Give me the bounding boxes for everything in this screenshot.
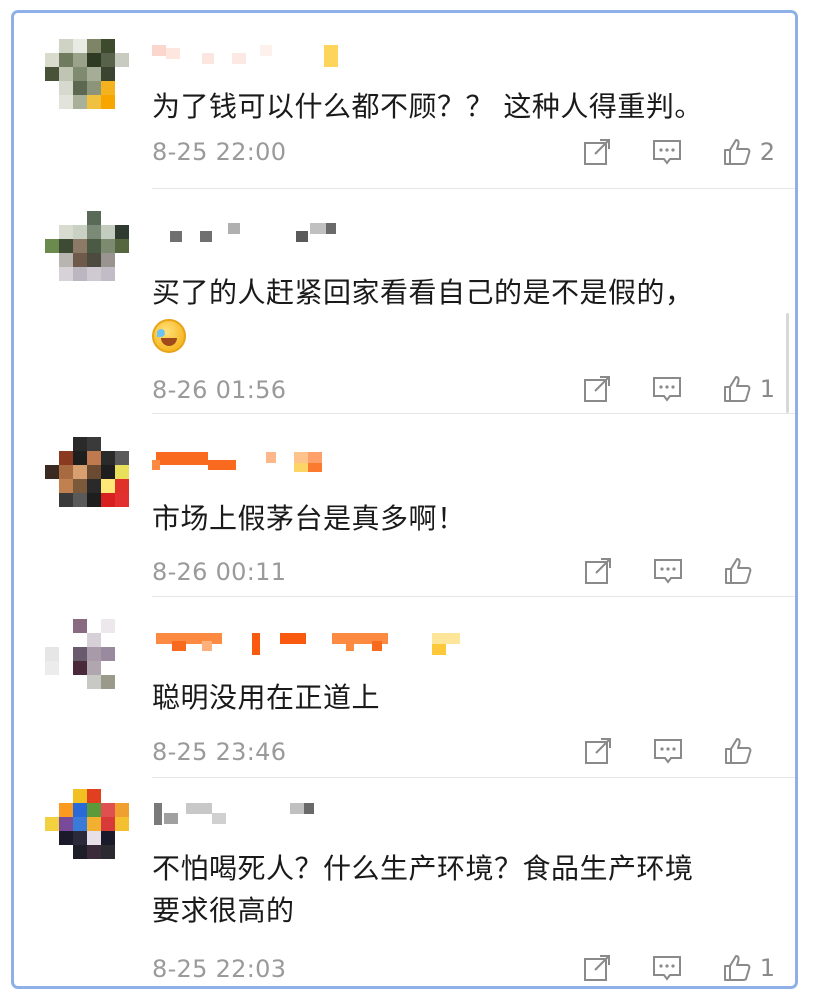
divider: [152, 188, 795, 189]
username-blurred[interactable]: [152, 45, 452, 67]
user-avatar[interactable]: [45, 619, 129, 703]
comment-text: 市场上假茅台是真多啊！: [152, 502, 466, 535]
comment-time: 8-26 01:56: [152, 376, 287, 404]
share-icon[interactable]: [583, 736, 613, 766]
comment-text: 为了钱可以什么都不顾？？ 这种人得重判。: [152, 90, 703, 123]
comment-actions: [543, 735, 775, 767]
like-count: 1: [759, 375, 775, 403]
user-avatar[interactable]: [45, 39, 129, 123]
comment-time: 8-26 00:11: [152, 558, 287, 586]
comment-list-frame: 为了钱可以什么都不顾？？ 这种人得重判。 8-25 22:00 2 买了的人赶紧…: [11, 10, 798, 989]
comment-actions: 1: [542, 952, 775, 984]
thumbs-up-icon[interactable]: [722, 374, 752, 404]
comment-icon[interactable]: [653, 736, 683, 766]
comment-text-line: 要求很高的: [152, 894, 295, 927]
comment-icon[interactable]: [652, 137, 682, 167]
comment-actions: 2: [542, 136, 775, 168]
user-avatar[interactable]: [45, 211, 129, 295]
comment-time: 8-25 23:46: [152, 738, 287, 766]
like-count: 1: [759, 954, 775, 982]
comment-icon[interactable]: [652, 953, 682, 983]
username-blurred[interactable]: [152, 803, 452, 825]
comment-time: 8-25 22:03: [152, 955, 287, 983]
scrollbar[interactable]: [786, 313, 789, 413]
comment-icon[interactable]: [653, 556, 683, 586]
username-blurred[interactable]: [152, 633, 460, 655]
laugh-cry-emoji: [152, 319, 186, 353]
comment-text: 不怕喝死人？什么生产环境？食品生产环境 要求很高的: [152, 848, 772, 932]
comment-actions: 1: [542, 373, 775, 405]
thumbs-up-icon[interactable]: [722, 137, 752, 167]
comment-icon[interactable]: [652, 374, 682, 404]
divider: [152, 777, 795, 778]
comment-text-line: 不怕喝死人？什么生产环境？食品生产环境: [152, 852, 694, 885]
thumbs-up-icon[interactable]: [722, 953, 752, 983]
divider: [152, 596, 795, 597]
comment-text: 聪明没用在正道上: [152, 681, 381, 714]
user-avatar[interactable]: [45, 789, 129, 873]
comment-actions: [543, 555, 775, 587]
username-blurred[interactable]: [152, 221, 452, 243]
share-icon[interactable]: [582, 374, 612, 404]
user-avatar[interactable]: [45, 437, 129, 521]
username-blurred[interactable]: [152, 452, 452, 474]
share-icon[interactable]: [582, 953, 612, 983]
thumbs-up-icon[interactable]: [723, 736, 753, 766]
comment-text: 买了的人赶紧回家看看自己的是不是假的，: [152, 272, 772, 356]
like-count: 2: [759, 138, 775, 166]
comment-time: 8-25 22:00: [152, 138, 287, 166]
share-icon[interactable]: [582, 137, 612, 167]
thumbs-up-icon[interactable]: [723, 556, 753, 586]
divider: [152, 413, 795, 414]
share-icon[interactable]: [583, 556, 613, 586]
